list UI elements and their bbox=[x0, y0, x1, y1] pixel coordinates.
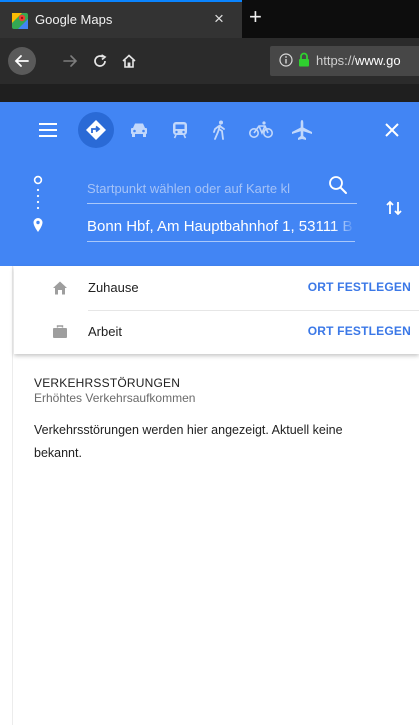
panel-edge bbox=[0, 266, 13, 725]
start-input[interactable] bbox=[87, 174, 327, 202]
start-field[interactable] bbox=[87, 174, 357, 204]
arrow-left-icon bbox=[14, 55, 29, 67]
browser-tab[interactable]: Google Maps × bbox=[0, 0, 242, 38]
directions-panel-header: Bonn Hbf, Am Hauptbahnhof 1, 53111 B bbox=[0, 102, 419, 266]
text-fade bbox=[333, 218, 355, 242]
place-row-work[interactable]: Arbeit ORT FESTLEGEN bbox=[14, 310, 419, 354]
lock-icon bbox=[299, 52, 309, 67]
new-tab-icon[interactable]: + bbox=[249, 5, 262, 29]
forward-button[interactable] bbox=[59, 50, 81, 72]
mode-transit-button[interactable] bbox=[168, 118, 192, 142]
briefcase-icon bbox=[53, 325, 67, 338]
hamburger-menu-icon bbox=[39, 123, 57, 137]
mode-cycling-button[interactable] bbox=[249, 118, 273, 142]
home-icon bbox=[53, 281, 67, 295]
destination-field[interactable]: Bonn Hbf, Am Hauptbahnhof 1, 53111 B bbox=[87, 218, 355, 242]
destination-underline bbox=[87, 241, 355, 242]
tab-title: Google Maps bbox=[35, 12, 113, 27]
travel-mode-bar bbox=[0, 102, 419, 158]
close-directions-button[interactable] bbox=[380, 118, 404, 142]
info-icon[interactable] bbox=[279, 53, 293, 67]
mode-driving-button[interactable] bbox=[127, 118, 151, 142]
set-place-button[interactable]: ORT FESTLEGEN bbox=[308, 324, 411, 338]
google-maps-favicon-icon bbox=[12, 13, 28, 29]
swap-directions-icon[interactable] bbox=[384, 198, 404, 218]
arrow-right-icon bbox=[63, 55, 78, 67]
url-text: https://www.go bbox=[316, 53, 401, 68]
train-icon bbox=[173, 122, 187, 139]
mode-flights-button[interactable] bbox=[290, 118, 314, 142]
car-icon bbox=[131, 123, 147, 137]
home-icon bbox=[122, 54, 136, 68]
set-place-button[interactable]: ORT FESTLEGEN bbox=[308, 280, 411, 294]
mode-walking-button[interactable] bbox=[208, 118, 232, 142]
directions-icon bbox=[86, 120, 106, 140]
browser-chrome: Google Maps × + https://www.go bbox=[0, 0, 419, 102]
mode-best-route-button[interactable] bbox=[78, 112, 114, 148]
walking-icon bbox=[213, 120, 225, 140]
navigation-bar: https://www.go bbox=[0, 38, 419, 84]
reload-icon bbox=[94, 54, 107, 67]
place-row-home[interactable]: Zuhause ORT FESTLEGEN bbox=[14, 266, 419, 311]
url-bar[interactable]: https://www.go bbox=[270, 46, 419, 76]
search-icon[interactable] bbox=[327, 174, 349, 196]
traffic-subtitle: Erhöhtes Verkehrsaufkommen bbox=[34, 391, 196, 405]
bicycle-icon bbox=[249, 121, 273, 138]
place-label: Arbeit bbox=[88, 324, 122, 339]
saved-places-card: Zuhause ORT FESTLEGEN Arbeit ORT FESTLEG… bbox=[14, 266, 419, 354]
back-button[interactable] bbox=[8, 47, 36, 75]
close-icon bbox=[385, 123, 399, 137]
traffic-message: Verkehrsstörungen werden hier angezeigt.… bbox=[34, 423, 343, 460]
place-label: Zuhause bbox=[88, 280, 139, 295]
traffic-title: VERKEHRSSTÖRUNGEN bbox=[34, 376, 181, 390]
home-button[interactable] bbox=[118, 50, 140, 72]
airplane-icon bbox=[292, 120, 312, 140]
route-connector-icon bbox=[33, 175, 43, 232]
tab-strip: Google Maps × + bbox=[0, 0, 419, 38]
close-tab-icon[interactable]: × bbox=[214, 9, 224, 29]
url-host: www.go bbox=[355, 53, 401, 68]
url-protocol: https:// bbox=[316, 53, 356, 68]
menu-button[interactable] bbox=[36, 118, 60, 142]
traffic-section: VERKEHRSSTÖRUNGEN Erhöhtes Verkehrsaufko… bbox=[34, 376, 404, 465]
destination-value: Bonn Hbf, Am Hauptbahnhof 1, 53111 B bbox=[87, 218, 353, 235]
reload-button[interactable] bbox=[89, 50, 111, 72]
